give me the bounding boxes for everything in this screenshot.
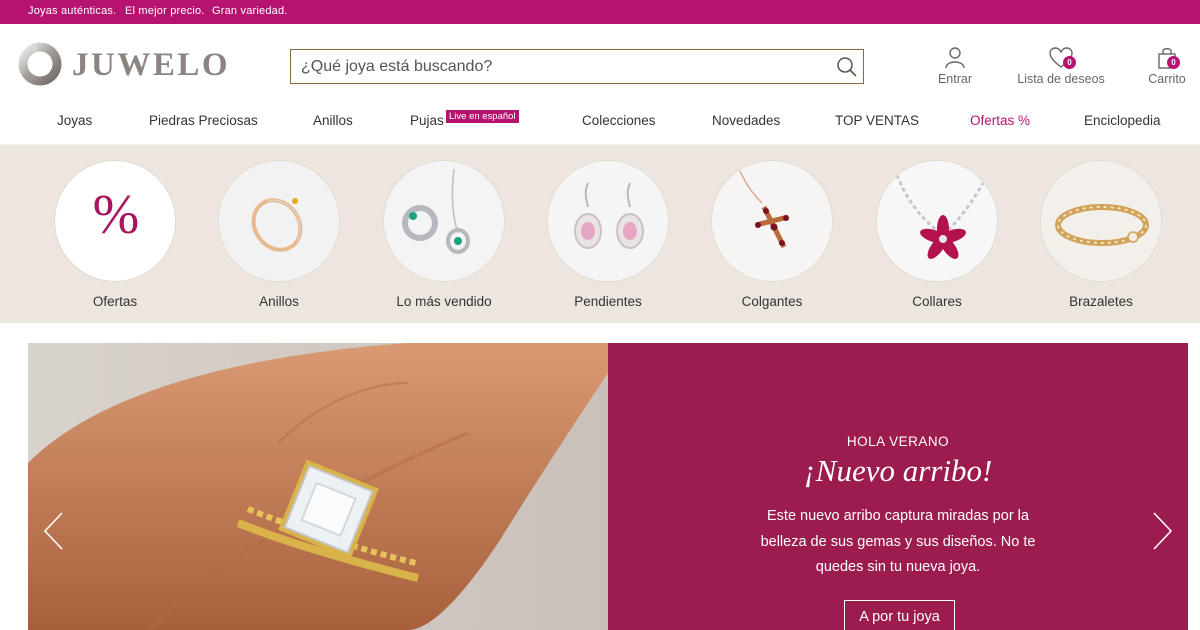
hero-banner: HOLA VERANO ¡Nuevo arribo! Este nuevo ar… <box>28 343 1188 630</box>
category-pendientes[interactable]: Pendientes <box>547 160 669 309</box>
promo-text-authentic: Joyas auténticas. <box>28 5 117 17</box>
category-collares[interactable]: Collares <box>876 160 998 309</box>
category-colgantes[interactable]: Colgantes <box>711 160 833 309</box>
category-lo-mas-vendido[interactable]: Lo más vendido <box>383 160 505 309</box>
live-badge: Live en español <box>446 110 519 123</box>
chevron-right-icon <box>1153 512 1173 550</box>
cross-pendant-image <box>712 161 832 281</box>
promo-text-price: El mejor precio. <box>125 5 205 17</box>
cart-label: Carrito <box>1148 72 1186 86</box>
category-image-lo-mas-vendido <box>383 160 505 282</box>
carousel-prev-button[interactable] <box>42 511 66 551</box>
bracelet-image <box>1041 161 1161 281</box>
category-brazaletes[interactable]: Brazaletes <box>1040 160 1162 309</box>
logo-ring-icon <box>18 42 62 86</box>
cart-count-badge: 0 <box>1167 56 1180 69</box>
wishlist-label: Lista de deseos <box>1017 72 1105 86</box>
hero-kicker: HOLA VERANO <box>846 434 950 449</box>
nav-item-top-ventas[interactable]: TOP VENTAS <box>835 113 919 128</box>
nav-item-enciclopedia[interactable]: Enciclopedia <box>1084 113 1161 128</box>
category-label: Anillos <box>259 294 299 309</box>
category-ofertas[interactable]: % Ofertas <box>54 160 176 309</box>
nav-item-novedades[interactable]: Novedades <box>712 113 780 128</box>
cart-link[interactable]: 0 Carrito <box>1144 46 1190 86</box>
carousel-next-button[interactable] <box>1150 511 1174 551</box>
ring-on-hand-image <box>28 343 608 630</box>
flower-necklace-image <box>877 161 997 281</box>
category-label: Lo más vendido <box>396 294 492 309</box>
category-image-anillos <box>218 160 340 282</box>
brand-name: JUWELO <box>72 47 231 83</box>
category-strip: % Ofertas Anillos Lo más vendido Pendien… <box>0 145 1200 323</box>
hero-image <box>28 343 608 630</box>
category-image-brazaletes <box>1040 160 1162 282</box>
nav-item-colecciones[interactable]: Colecciones <box>582 113 656 128</box>
user-icon <box>945 47 965 69</box>
nav-item-pujas[interactable]: Pujas <box>410 113 444 128</box>
site-header: JUWELO Entrar 0 Lista de deseos <box>0 24 1200 144</box>
chevron-left-icon <box>43 512 63 550</box>
nav-item-anillos[interactable]: Anillos <box>313 113 353 128</box>
category-label: Pendientes <box>574 294 642 309</box>
nav-item-piedras-preciosas[interactable]: Piedras Preciosas <box>149 113 258 128</box>
silver-set-image <box>384 161 504 281</box>
category-image-colgantes <box>711 160 833 282</box>
main-nav: Joyas Piedras Preciosas Anillos Pujas Co… <box>0 108 1200 144</box>
promo-text-variety: Gran variedad. <box>212 5 288 17</box>
category-label: Ofertas <box>92 294 138 309</box>
category-label: Colgantes <box>741 294 803 309</box>
search-input[interactable] <box>301 56 831 78</box>
search-icon <box>837 57 857 77</box>
category-image-pendientes <box>547 160 669 282</box>
ring-image <box>219 161 339 281</box>
hero-panel: HOLA VERANO ¡Nuevo arribo! Este nuevo ar… <box>608 343 1188 630</box>
wishlist-count-badge: 0 <box>1063 56 1076 69</box>
nav-item-ofertas[interactable]: Ofertas % <box>970 113 1030 128</box>
earrings-image <box>548 161 668 281</box>
account-label: Entrar <box>937 72 973 86</box>
account-link[interactable]: Entrar <box>930 46 980 86</box>
category-image-ofertas: % <box>54 160 176 282</box>
nav-item-joyas[interactable]: Joyas <box>57 113 92 128</box>
promo-bar: Joyas auténticas. El mejor precio. Gran … <box>0 0 1200 24</box>
category-anillos[interactable]: Anillos <box>218 160 340 309</box>
search-button[interactable] <box>835 55 859 79</box>
wishlist-link[interactable]: 0 Lista de deseos <box>1012 46 1110 86</box>
search-bar <box>290 49 864 84</box>
percent-icon: % <box>92 184 140 246</box>
hero-title: ¡Nuevo arribo! <box>803 453 993 488</box>
category-label: Brazaletes <box>1069 294 1133 309</box>
hero-description: Este nuevo arribo captura miradas por la… <box>760 508 1036 575</box>
logo[interactable]: JUWELO <box>16 41 228 87</box>
hero-cta-button[interactable]: A por tu joya <box>844 600 955 630</box>
category-label: Collares <box>912 294 962 309</box>
category-image-collares <box>876 160 998 282</box>
